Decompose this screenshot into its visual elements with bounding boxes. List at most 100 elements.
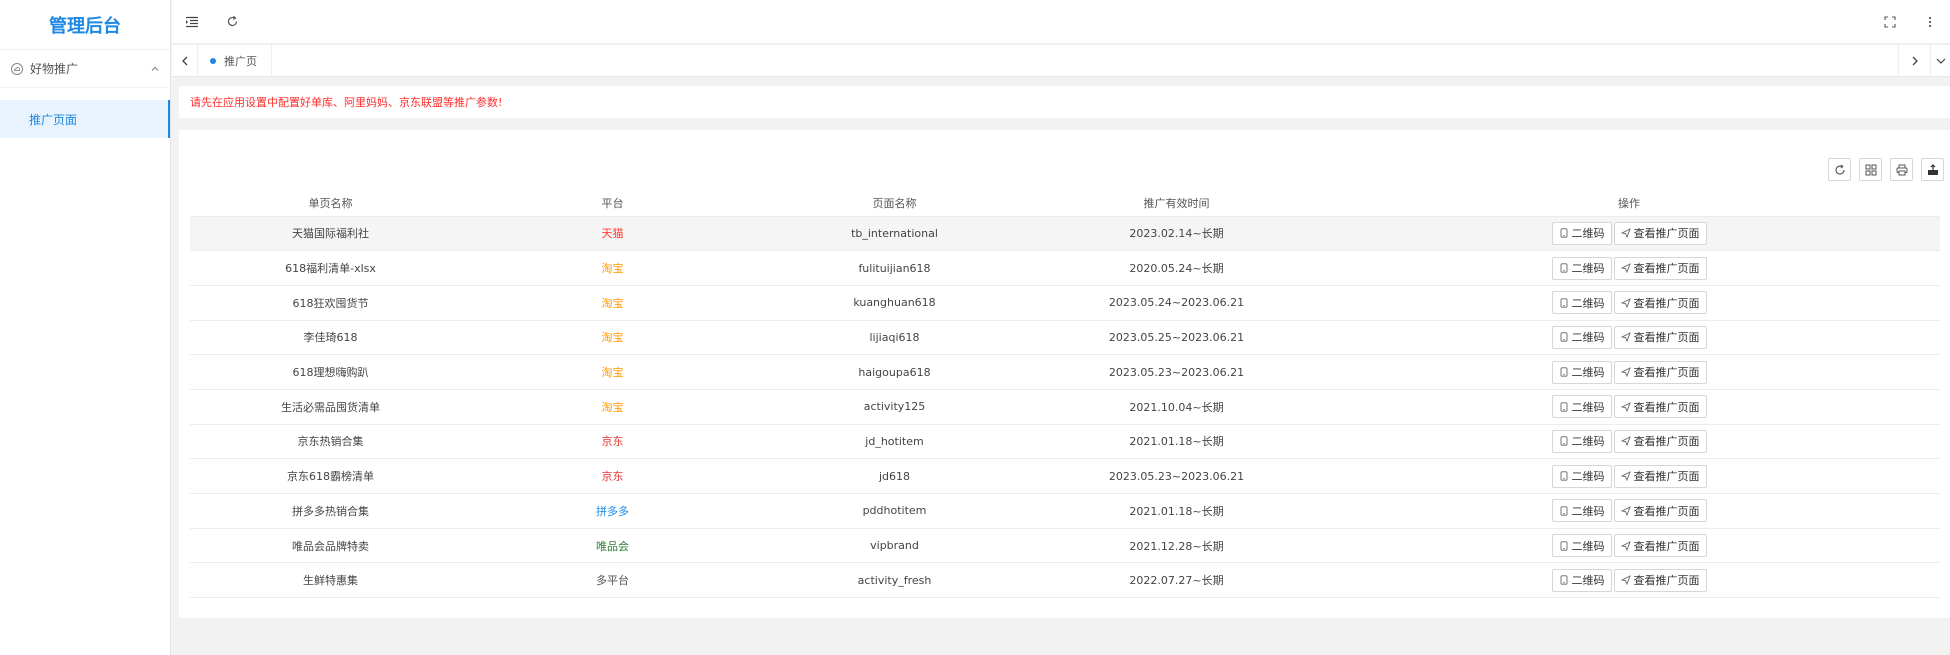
sidebar-item-promotion-page[interactable]: 推广页面: [0, 100, 170, 138]
send-icon: [1620, 228, 1631, 239]
cell-platform: 淘宝: [471, 250, 754, 286]
send-icon: [1620, 367, 1631, 378]
fullscreen-icon[interactable]: [1870, 0, 1910, 44]
tablet-icon: [1559, 540, 1569, 551]
qrcode-button[interactable]: 二维码: [1551, 395, 1612, 419]
cell-time: 2023.02.14~长期: [1035, 216, 1318, 252]
view-page-button[interactable]: 查看推广页面: [1613, 499, 1707, 523]
view-page-button[interactable]: 查看推广页面: [1613, 534, 1707, 558]
table-row: 京东热销合集 京东 jd_hotitem 2021.01.18~长期 二维码 查…: [190, 424, 1940, 460]
qrcode-label: 二维码: [1571, 227, 1605, 241]
view-page-button[interactable]: 查看推广页面: [1613, 360, 1707, 384]
print-button[interactable]: [1890, 158, 1913, 181]
qrcode-button[interactable]: 二维码: [1551, 291, 1612, 315]
cell-name: 生活必需品囤货清单: [190, 389, 471, 425]
columns-filter-button[interactable]: [1859, 158, 1882, 181]
qrcode-button[interactable]: 二维码: [1551, 256, 1612, 280]
qrcode-label: 二维码: [1571, 435, 1605, 449]
refresh-table-button[interactable]: [1828, 158, 1851, 181]
cell-actions: 二维码 查看推广页面: [1318, 216, 1940, 252]
table-row: 618理想嗨购趴 淘宝 haigoupa618 2023.05.23~2023.…: [190, 354, 1940, 390]
cell-page: activity_fresh: [754, 562, 1035, 599]
promotion-table-card: 单页名称 平台 页面名称 推广有效时间 操作 天猫国际福利社 天猫 tb_int…: [179, 130, 1950, 618]
col-header-platform: 平台: [471, 190, 754, 217]
cell-page: haigoupa618: [754, 354, 1035, 390]
chevron-left-icon[interactable]: [172, 44, 198, 77]
qrcode-button[interactable]: 二维码: [1551, 429, 1612, 453]
platform-label: 京东: [601, 435, 624, 449]
qrcode-button[interactable]: 二维码: [1551, 568, 1612, 592]
platform-label: 多平台: [596, 574, 629, 588]
col-header-time: 推广有效时间: [1035, 190, 1318, 217]
col-header-page: 页面名称: [754, 190, 1035, 217]
cell-actions: 二维码 查看推广页面: [1318, 528, 1940, 564]
cell-name: 618狂欢囤货节: [190, 285, 471, 321]
view-page-button[interactable]: 查看推广页面: [1613, 568, 1707, 592]
view-page-button[interactable]: 查看推广页面: [1613, 221, 1707, 245]
cell-platform: 淘宝: [471, 285, 754, 321]
refresh-icon[interactable]: [212, 0, 252, 44]
table-row: 天猫国际福利社 天猫 tb_international 2023.02.14~长…: [190, 216, 1940, 252]
view-page-button[interactable]: 查看推广页面: [1613, 256, 1707, 280]
cell-platform: 京东: [471, 424, 754, 460]
export-button[interactable]: [1921, 158, 1944, 181]
sidebar-group-promotion[interactable]: 好物推广: [0, 50, 170, 88]
table-row: 618福利清单-xlsx 淘宝 fulituijian618 2020.05.2…: [190, 250, 1940, 286]
cell-time: 2020.05.24~长期: [1035, 250, 1318, 286]
qrcode-button[interactable]: 二维码: [1551, 221, 1612, 245]
view-page-button[interactable]: 查看推广页面: [1613, 291, 1707, 315]
cell-actions: 二维码 查看推广页面: [1318, 285, 1940, 321]
cell-time: 2021.01.18~长期: [1035, 424, 1318, 460]
platform-label: 淘宝: [601, 400, 624, 414]
qrcode-button[interactable]: 二维码: [1551, 325, 1612, 349]
cell-actions: 二维码 查看推广页面: [1318, 389, 1940, 425]
view-page-label: 查看推广页面: [1633, 435, 1700, 449]
cell-name: 李佳琦618: [190, 320, 471, 356]
top-header: [172, 0, 1950, 44]
table-row: 生鲜特惠集 多平台 activity_fresh 2022.07.27~长期 二…: [190, 562, 1940, 599]
chevron-up-icon: [150, 64, 160, 74]
view-page-label: 查看推广页面: [1633, 331, 1700, 345]
send-icon: [1620, 540, 1631, 551]
view-page-button[interactable]: 查看推广页面: [1613, 325, 1707, 349]
chevron-right-icon[interactable]: [1898, 44, 1930, 77]
view-page-button[interactable]: 查看推广页面: [1613, 395, 1707, 419]
view-page-label: 查看推广页面: [1633, 366, 1700, 380]
tablet-icon: [1559, 263, 1569, 273]
menu-toggle-icon[interactable]: [172, 0, 212, 44]
active-dot: [210, 57, 216, 64]
cell-platform: 淘宝: [471, 354, 754, 390]
platform-label: 淘宝: [601, 366, 624, 380]
qrcode-label: 二维码: [1571, 296, 1605, 310]
tabs-bar: 推广页: [172, 44, 1950, 77]
cell-name: 京东热销合集: [190, 424, 471, 460]
view-page-label: 查看推广页面: [1633, 539, 1700, 553]
cell-page: tb_international: [754, 216, 1035, 252]
more-vertical-icon[interactable]: [1910, 0, 1950, 44]
chevron-down-icon[interactable]: [1930, 44, 1950, 77]
cell-name: 618福利清单-xlsx: [190, 250, 471, 286]
qrcode-button[interactable]: 二维码: [1551, 499, 1612, 523]
tab-promotion[interactable]: 推广页: [198, 44, 272, 77]
cell-platform: 京东: [471, 458, 754, 494]
send-icon: [1620, 471, 1631, 482]
cell-page: jd_hotitem: [754, 424, 1035, 460]
qrcode-button[interactable]: 二维码: [1551, 360, 1612, 384]
platform-label: 淘宝: [601, 296, 624, 310]
send-icon: [1620, 263, 1631, 274]
col-header-actions: 操作: [1318, 190, 1940, 217]
view-page-button[interactable]: 查看推广页面: [1613, 464, 1707, 488]
tablet-icon: [1559, 506, 1569, 516]
qrcode-button[interactable]: 二维码: [1551, 464, 1612, 488]
qrcode-button[interactable]: 二维码: [1551, 534, 1612, 558]
qrcode-label: 二维码: [1571, 504, 1605, 518]
view-page-label: 查看推广页面: [1633, 504, 1700, 518]
send-icon: [1620, 575, 1631, 586]
send-icon: [1620, 436, 1631, 447]
refresh-icon: [1834, 164, 1845, 175]
platform-label: 拼多多: [596, 504, 629, 518]
tablet-icon: [1559, 332, 1569, 343]
cell-time: 2023.05.25~2023.06.21: [1035, 320, 1318, 356]
view-page-button[interactable]: 查看推广页面: [1613, 429, 1707, 453]
cell-time: 2021.01.18~长期: [1035, 493, 1318, 529]
